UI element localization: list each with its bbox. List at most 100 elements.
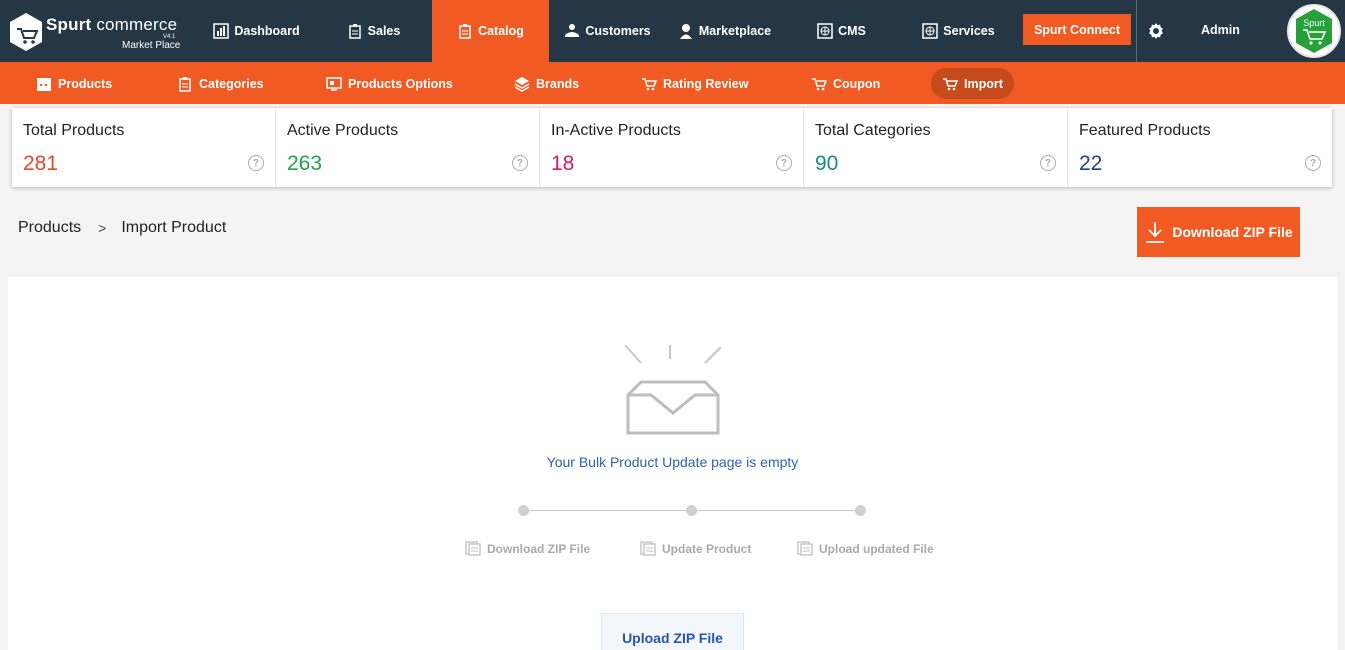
globe-icon — [922, 23, 939, 39]
subnav-item-label: Coupon — [833, 76, 881, 91]
download-icon — [1146, 222, 1165, 243]
stat-active-products: Active Products 263 ? — [276, 108, 540, 187]
upload-zip-button[interactable]: Upload ZIP File — [601, 613, 744, 650]
subnav-item-rating-review[interactable]: Rating Review — [635, 68, 754, 99]
stat-label: In-Active Products — [551, 122, 681, 139]
globe-icon — [817, 23, 833, 39]
subnav-item-label: Import — [964, 76, 1003, 91]
top-navbar: Spurt commerce V4.1 Market Place Dashboa… — [0, 0, 1345, 62]
layers-icon — [514, 76, 530, 92]
step-label: Upload updated File — [819, 541, 934, 556]
help-icon[interactable]: ? — [1305, 155, 1321, 171]
clipboard-icon — [348, 24, 361, 39]
cart-icon — [943, 77, 958, 90]
stat-inactive-products: In-Active Products 18 ? — [540, 108, 804, 187]
step-dot — [855, 505, 866, 516]
avatar-cart-icon: Spurt — [1296, 9, 1332, 53]
catalog-subnav: Products Categories Products Options Bra… — [0, 62, 1345, 104]
nav-item-marketplace[interactable]: Marketplace — [666, 0, 783, 62]
document-icon — [465, 541, 481, 556]
nav-item-label: Catalog — [478, 24, 524, 38]
brand-title-bold: Spurt — [46, 15, 92, 34]
stat-label: Featured Products — [1079, 122, 1211, 139]
stat-label: Total Categories — [815, 122, 931, 139]
subnav-item-label: Categories — [199, 76, 264, 91]
subnav-item-categories[interactable]: Categories — [171, 68, 270, 99]
nav-item-sales[interactable]: Sales — [315, 0, 432, 62]
stat-value: 22 — [1079, 152, 1103, 175]
subnav-item-label: Rating Review — [663, 76, 749, 91]
stat-value: 18 — [551, 152, 575, 175]
clipboard-icon — [179, 76, 191, 92]
breadcrumb-current: Import Product — [121, 219, 227, 236]
cart-icon — [812, 77, 827, 90]
chart-icon — [213, 23, 230, 39]
breadcrumb-separator: > — [98, 220, 107, 236]
nav-item-services[interactable]: Services — [900, 0, 1017, 62]
stat-value: 281 — [23, 152, 59, 175]
nav-item-label: Dashboard — [234, 24, 300, 38]
step-update-product: Update Product — [640, 541, 751, 556]
nav-item-label: Services — [943, 24, 995, 38]
customers-icon — [565, 24, 580, 37]
clipboard-icon — [459, 24, 471, 39]
calendar-icon — [37, 77, 51, 91]
subnav-item-products[interactable]: Products — [30, 68, 118, 99]
subnav-item-brands[interactable]: Brands — [508, 68, 585, 99]
step-upload-updated-file: Upload updated File — [797, 541, 934, 556]
admin-menu[interactable]: Admin — [1201, 23, 1240, 37]
spurt-connect-button[interactable]: Spurt Connect — [1023, 14, 1131, 45]
nav-item-cms[interactable]: CMS — [783, 0, 900, 62]
avatar-text: Spurt — [1303, 18, 1325, 28]
import-panel: Your Bulk Product Update page is empty D… — [8, 277, 1337, 650]
breadcrumb-products-link[interactable]: Products — [18, 219, 81, 238]
help-icon[interactable]: ? — [512, 155, 528, 171]
subnav-item-label: Products — [58, 76, 113, 91]
empty-inbox-icon — [624, 345, 722, 435]
stat-total-categories: Total Categories 90 ? — [804, 108, 1068, 187]
stat-value: 90 — [815, 152, 839, 175]
user-icon — [679, 24, 692, 39]
download-zip-button[interactable]: Download ZIP File — [1137, 207, 1300, 257]
empty-message: Your Bulk Product Update page is empty — [546, 454, 799, 470]
gear-icon[interactable] — [1146, 21, 1166, 41]
help-icon[interactable]: ? — [1040, 155, 1056, 171]
subnav-item-coupon[interactable]: Coupon — [805, 68, 886, 99]
nav-item-label: Customers — [585, 24, 651, 38]
subnav-item-label: Brands — [536, 76, 580, 91]
step-dot — [686, 505, 697, 516]
help-icon[interactable]: ? — [248, 155, 264, 171]
stat-label: Active Products — [287, 122, 399, 139]
monitor-icon — [326, 76, 342, 91]
subnav-item-import[interactable]: Import — [931, 68, 1014, 99]
nav-item-label: CMS — [838, 24, 866, 38]
step-label: Download ZIP File — [487, 541, 591, 556]
step-label: Update Product — [662, 541, 752, 556]
brand-title-rest: commerce — [96, 15, 178, 34]
step-dot — [518, 505, 529, 516]
document-icon — [640, 541, 656, 556]
document-icon — [797, 541, 813, 556]
brand-subtitle: Market Place — [122, 40, 181, 51]
stat-value: 263 — [287, 152, 323, 175]
nav-divider — [1136, 0, 1137, 62]
cart-icon — [642, 77, 657, 90]
download-zip-label: Download ZIP File — [1172, 224, 1293, 240]
nav-item-catalog[interactable]: Catalog — [432, 0, 549, 62]
breadcrumb: Products > Import Product — [18, 219, 226, 238]
nav-item-dashboard[interactable]: Dashboard — [198, 0, 315, 62]
stat-total-products: Total Products 281 ? — [12, 108, 276, 187]
nav-item-label: Marketplace — [698, 24, 772, 38]
brand-logo[interactable]: Spurt commerce V4.1 Market Place — [0, 0, 198, 62]
subnav-item-label: Products Options — [348, 76, 453, 91]
stats-bar: Total Products 281 ? Active Products 263… — [12, 108, 1332, 187]
avatar[interactable]: Spurt — [1287, 4, 1341, 58]
nav-item-label: Sales — [367, 24, 401, 38]
step-download-zip: Download ZIP File — [465, 541, 590, 556]
subnav-item-products-options[interactable]: Products Options — [320, 68, 459, 99]
logo-badge-icon — [10, 13, 42, 51]
nav-item-customers[interactable]: Customers — [549, 0, 666, 62]
stat-featured-products: Featured Products 22 ? — [1068, 108, 1332, 187]
stat-label: Total Products — [23, 122, 125, 139]
help-icon[interactable]: ? — [776, 155, 792, 171]
